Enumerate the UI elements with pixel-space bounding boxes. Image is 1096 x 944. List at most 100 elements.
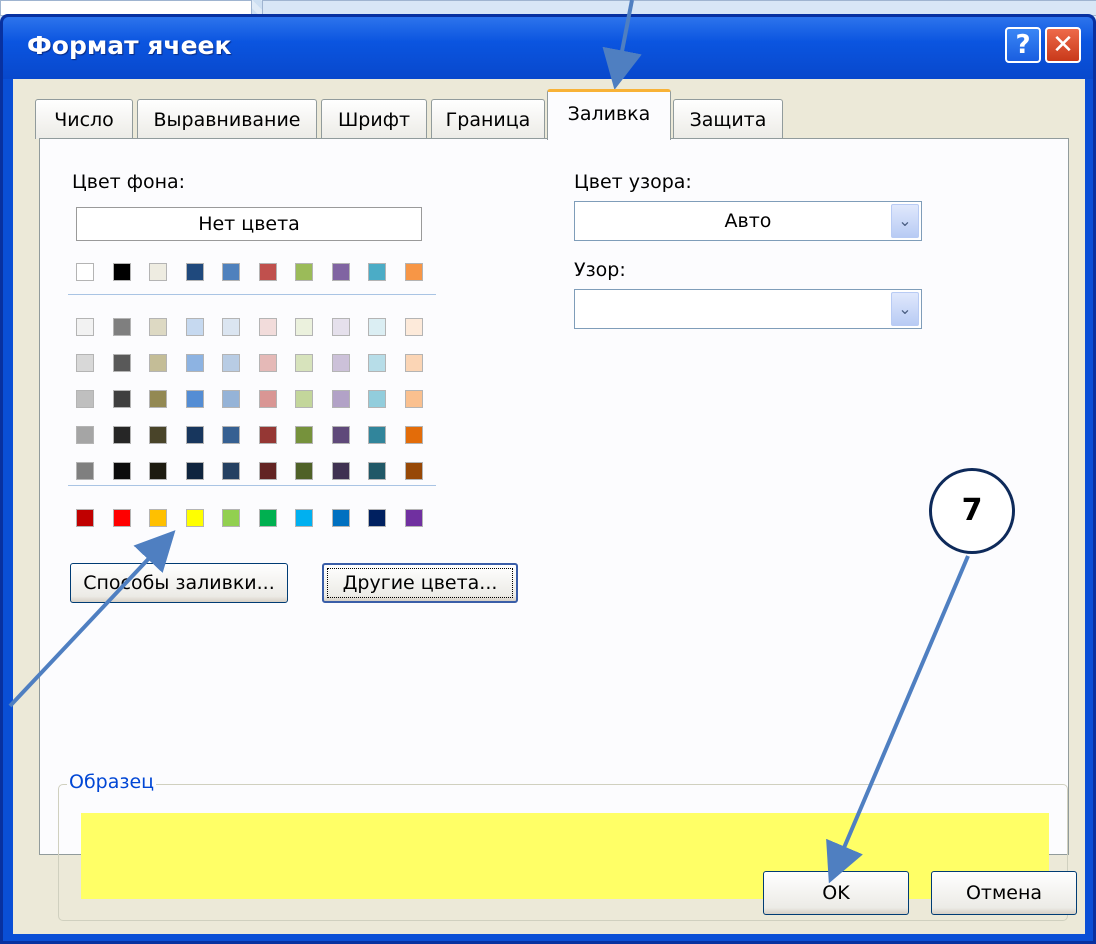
color-swatch-standard[interactable]	[404, 509, 423, 527]
color-swatch-standard[interactable]	[222, 509, 240, 527]
chevron-down-icon[interactable]: ⌄	[891, 204, 919, 238]
title-bar[interactable]: Формат ячеек ? ✕	[3, 17, 1093, 79]
color-swatch-tint[interactable]	[76, 354, 94, 372]
color-swatch-tint[interactable]	[258, 390, 277, 408]
fill-tab-panel: Цвет фона: Нет цвета Способы заливки... …	[39, 138, 1069, 921]
pattern-color-combo[interactable]: Авто ⌄	[574, 201, 922, 241]
color-swatch-tint[interactable]	[331, 462, 350, 480]
pattern-style-label: Узор:	[574, 259, 626, 281]
color-swatch-tint[interactable]	[185, 462, 204, 480]
chevron-down-icon[interactable]: ⌄	[891, 292, 919, 326]
help-button[interactable]: ?	[1005, 27, 1041, 63]
color-swatch-tint[interactable]	[404, 462, 423, 480]
color-swatch-tint[interactable]	[76, 390, 94, 408]
color-swatch-tint[interactable]	[331, 318, 350, 336]
color-swatch-tint[interactable]	[258, 462, 277, 480]
color-swatch-tint[interactable]	[404, 390, 423, 408]
color-swatch-tint[interactable]	[149, 390, 167, 408]
color-swatch-tint[interactable]	[149, 462, 167, 480]
color-swatch-tint[interactable]	[331, 354, 350, 372]
cancel-button[interactable]: Отмена	[931, 871, 1077, 915]
palette-separator	[68, 485, 436, 486]
ok-button[interactable]: OK	[763, 871, 909, 915]
color-swatch-tint[interactable]	[404, 426, 423, 444]
color-swatch-tint[interactable]	[76, 426, 94, 444]
step-number-badge: 7	[929, 468, 1015, 554]
pattern-style-combo[interactable]: ⌄	[574, 289, 922, 329]
color-swatch-theme[interactable]	[112, 263, 131, 281]
tab-number[interactable]: Число	[35, 99, 133, 139]
color-swatch-tint[interactable]	[404, 354, 423, 372]
pattern-color-label: Цвет узора:	[574, 171, 692, 193]
color-swatch-tint[interactable]	[222, 462, 240, 480]
more-colors-button[interactable]: Другие цвета...	[322, 563, 518, 603]
color-swatch-tint[interactable]	[368, 426, 386, 444]
color-swatch-tint[interactable]	[258, 318, 277, 336]
no-color-button[interactable]: Нет цвета	[76, 207, 422, 241]
color-swatch-theme[interactable]	[258, 263, 277, 281]
color-swatch-standard[interactable]	[112, 509, 131, 527]
tab-border[interactable]: Граница	[431, 99, 545, 139]
color-swatch-tint[interactable]	[185, 390, 204, 408]
color-swatch-tint[interactable]	[185, 354, 204, 372]
color-swatch-tint[interactable]	[112, 354, 131, 372]
tab-fill[interactable]: Заливка	[547, 89, 671, 140]
color-swatch-tint[interactable]	[76, 462, 94, 480]
color-swatch-tint[interactable]	[258, 426, 277, 444]
color-swatch-tint[interactable]	[222, 318, 240, 336]
tab-alignment[interactable]: Выравнивание	[137, 99, 317, 139]
color-swatch-tint[interactable]	[331, 426, 350, 444]
color-swatch-tint[interactable]	[295, 426, 313, 444]
color-swatch-standard[interactable]	[149, 509, 167, 527]
color-swatch-tint[interactable]	[112, 426, 131, 444]
color-swatch-tint[interactable]	[295, 354, 313, 372]
tab-font[interactable]: Шрифт	[321, 99, 427, 139]
color-swatch-tint[interactable]	[222, 390, 240, 408]
color-swatch-tint[interactable]	[112, 390, 131, 408]
color-swatch-tint[interactable]	[368, 354, 386, 372]
color-swatch-tint[interactable]	[295, 462, 313, 480]
color-swatch-standard[interactable]	[295, 509, 313, 527]
color-swatch-tint[interactable]	[404, 318, 423, 336]
color-swatch-tint[interactable]	[185, 426, 204, 444]
format-cells-dialog: Формат ячеек ? ✕ Число Выравнивание Шриф…	[0, 14, 1096, 944]
dialog-client-area: Число Выравнивание Шрифт Граница Заливка…	[13, 79, 1085, 934]
color-swatch-tint[interactable]	[368, 390, 386, 408]
sample-label: Образец	[67, 771, 157, 793]
color-swatch-theme[interactable]	[331, 263, 350, 281]
color-swatch-tint[interactable]	[222, 354, 240, 372]
color-swatch-theme[interactable]	[368, 263, 386, 281]
color-swatch-standard[interactable]	[368, 509, 386, 527]
color-swatch-standard[interactable]	[331, 509, 350, 527]
color-swatch-standard[interactable]	[185, 509, 204, 527]
color-swatch-theme[interactable]	[222, 263, 240, 281]
pattern-color-value: Авто	[724, 210, 772, 232]
color-swatch-tint[interactable]	[112, 462, 131, 480]
color-swatch-tint[interactable]	[331, 390, 350, 408]
color-swatch-tint[interactable]	[185, 318, 204, 336]
color-swatch-theme[interactable]	[149, 263, 167, 281]
color-swatch-tint[interactable]	[258, 354, 277, 372]
color-swatch-theme[interactable]	[185, 263, 204, 281]
palette-separator	[68, 294, 436, 295]
color-swatch-tint[interactable]	[76, 318, 94, 336]
color-swatch-tint[interactable]	[295, 390, 313, 408]
color-swatch-tint[interactable]	[368, 462, 386, 480]
color-swatch-tint[interactable]	[368, 318, 386, 336]
color-swatch-tint[interactable]	[149, 426, 167, 444]
color-swatch-tint[interactable]	[222, 426, 240, 444]
dialog-title: Формат ячеек	[27, 31, 232, 60]
color-swatch-theme[interactable]	[295, 263, 313, 281]
color-swatch-standard[interactable]	[258, 509, 277, 527]
color-swatch-tint[interactable]	[149, 318, 167, 336]
color-swatch-theme[interactable]	[76, 263, 94, 281]
color-swatch-standard[interactable]	[76, 509, 94, 527]
tab-protection[interactable]: Защита	[673, 99, 783, 139]
color-swatch-tint[interactable]	[295, 318, 313, 336]
close-button[interactable]: ✕	[1045, 27, 1081, 63]
color-swatch-tint[interactable]	[112, 318, 131, 336]
sample-groupbox: Образец	[58, 771, 1068, 921]
color-swatch-tint[interactable]	[149, 354, 167, 372]
color-swatch-theme[interactable]	[404, 263, 423, 281]
fill-effects-button[interactable]: Способы заливки...	[70, 563, 288, 603]
